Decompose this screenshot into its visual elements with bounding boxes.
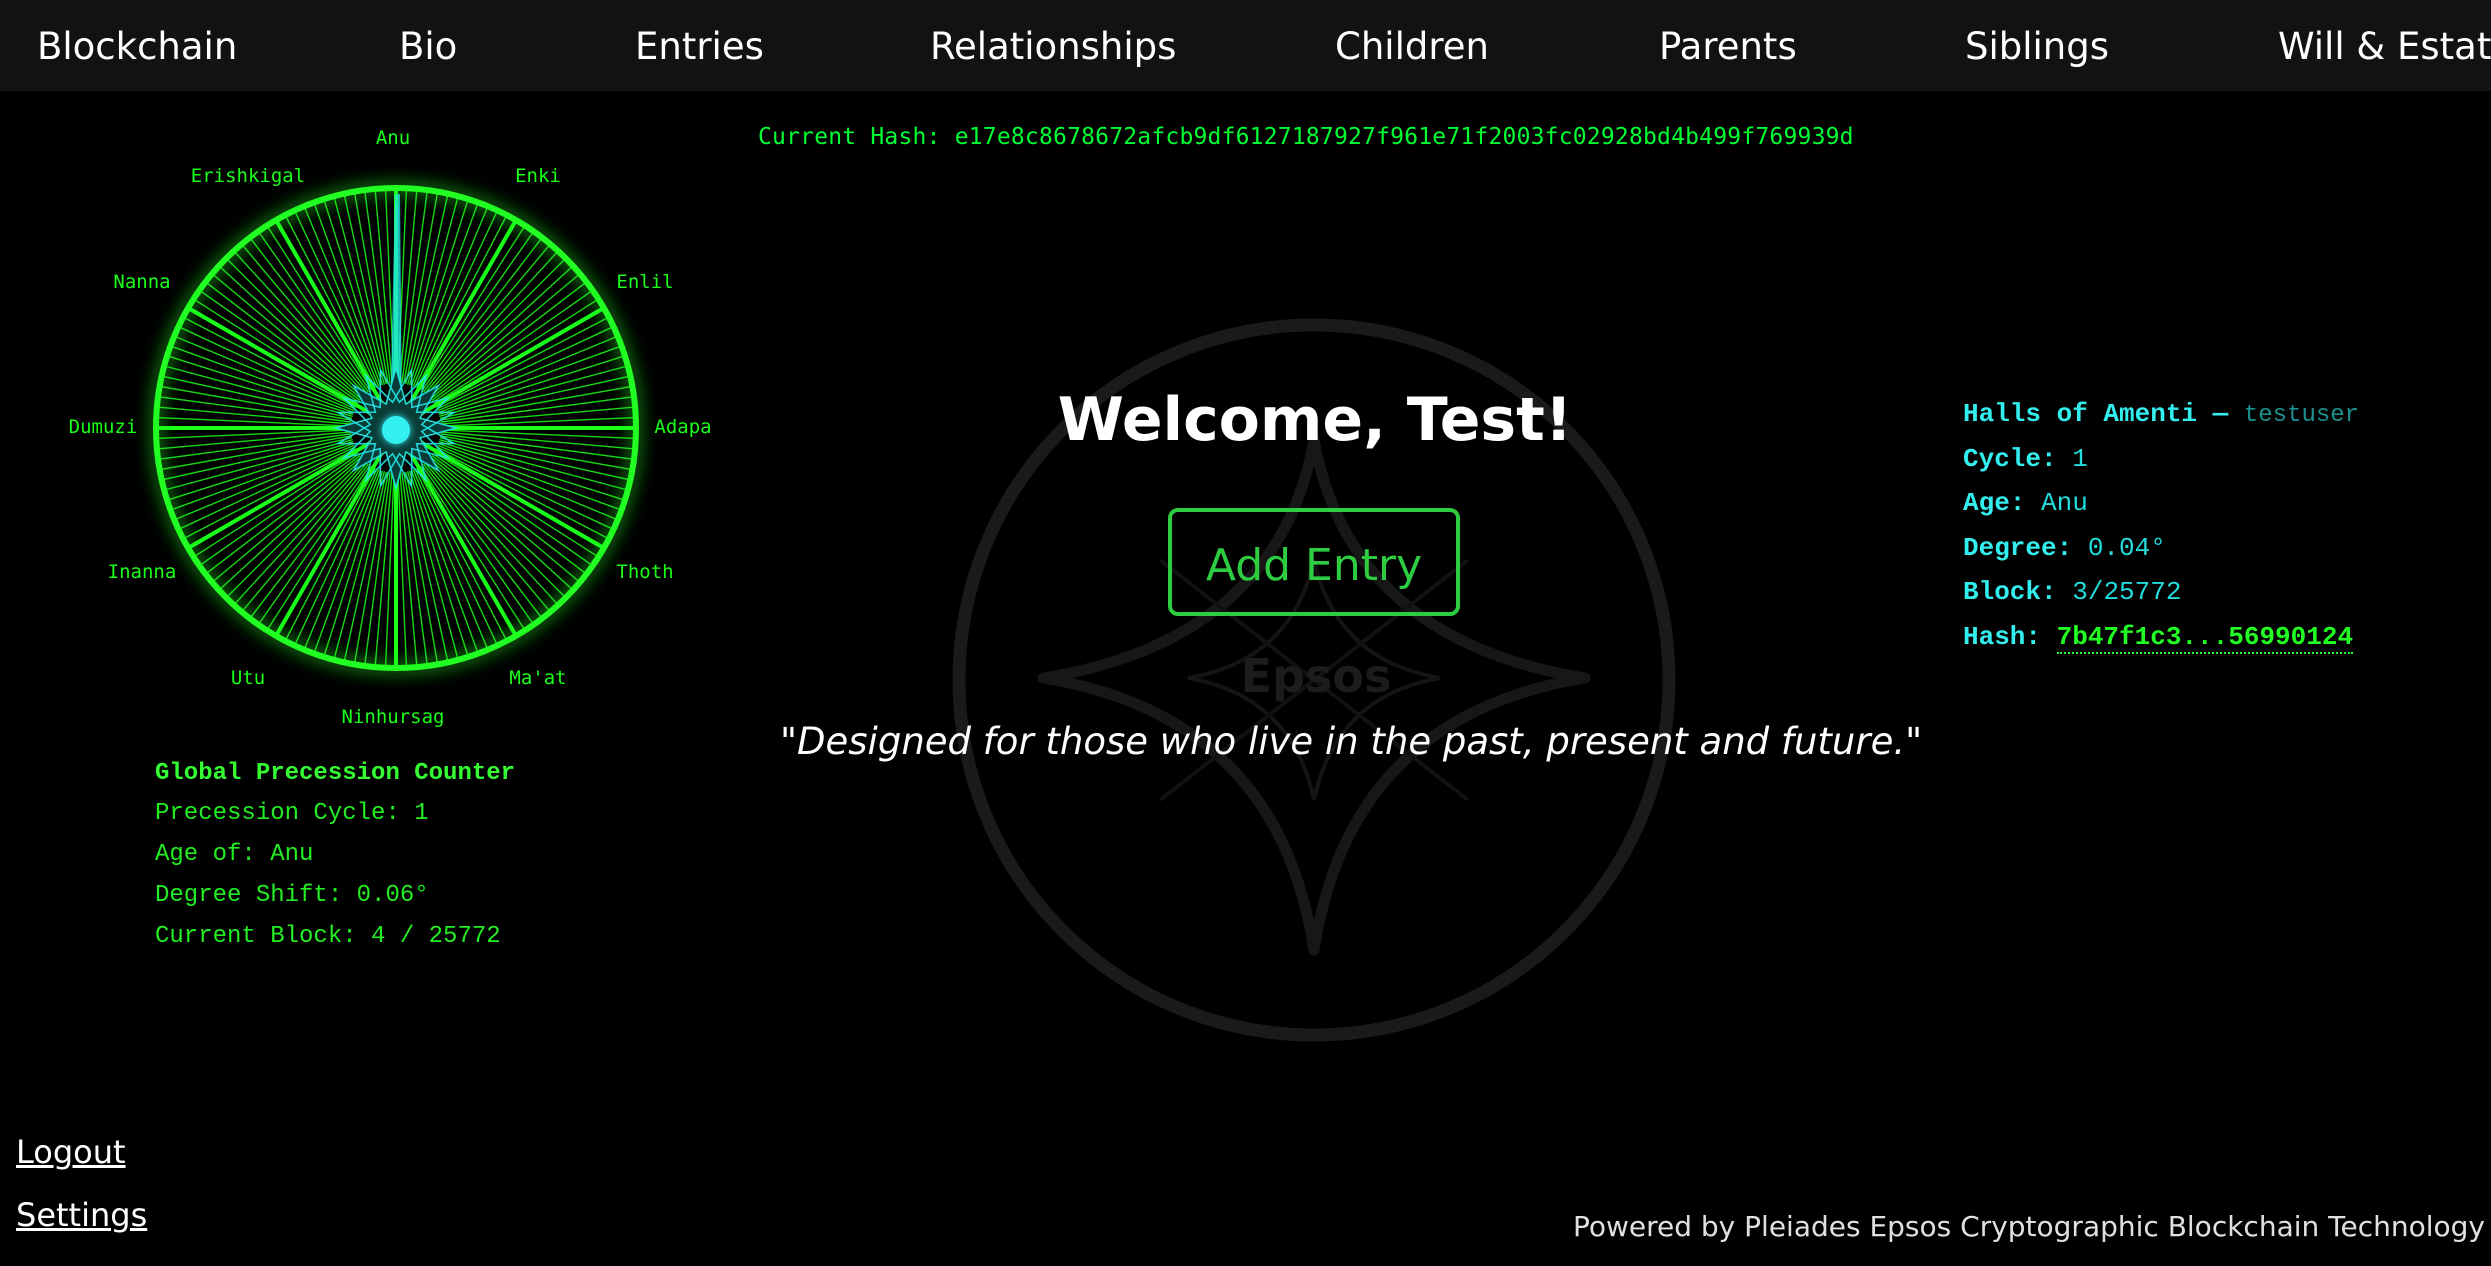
wheel-label-dumuzi: Dumuzi [69, 416, 138, 438]
halls-cycle-line: Cycle: 1 [1963, 437, 2359, 482]
wheel-label-inanna: Inanna [108, 561, 177, 583]
halls-degree-line: Degree: 0.04° [1963, 526, 2359, 571]
wheel-center-dot [382, 416, 410, 444]
add-entry-button[interactable]: Add Entry [1168, 508, 1460, 616]
nav-link-children[interactable]: Children [1335, 0, 1489, 91]
precession-counter: Global Precession Counter Precession Cyc… [155, 760, 515, 963]
wheel-label-anu: Anu [376, 127, 410, 149]
halls-title-line: Halls of Amenti — testuser [1963, 392, 2359, 437]
settings-link[interactable]: Settings [16, 1196, 147, 1234]
wheel-spoke [174, 335, 355, 412]
nav-link-relationships[interactable]: Relationships [930, 0, 1176, 91]
nav-link-bio[interactable]: Bio [399, 0, 457, 91]
precession-degree-shift: Degree Shift: 0.06° [155, 882, 429, 909]
halls-block-label: Block: [1963, 577, 2057, 607]
nav-link-parents[interactable]: Parents [1659, 0, 1797, 91]
wheel-label-erishkigal: Erishkigal [191, 165, 305, 187]
page: Blockchain Bio Entries Relationships Chi… [0, 0, 2491, 1266]
wheel-label-maat: Ma'at [509, 667, 566, 689]
wheel-label-adapa: Adapa [654, 416, 711, 438]
wheel-label-enki: Enki [515, 165, 561, 187]
wheel-spoke [437, 444, 618, 521]
halls-of-amenti-panel: Halls of Amenti — testuser Cycle: 1 Age:… [1963, 392, 2359, 659]
current-hash: Current Hash: e17e8c8678672afcb9df612718… [758, 124, 1854, 150]
wheel-spoke [303, 469, 380, 650]
precession-cycle: Precession Cycle: 1 [155, 800, 429, 827]
wheel-spoke [303, 206, 380, 387]
wheel-label-utu: Utu [231, 667, 265, 689]
wheel-spoke [412, 469, 489, 650]
halls-age-line: Age: Anu [1963, 481, 2359, 526]
tagline-quote: "Designed for those who live in the past… [780, 720, 1923, 763]
wheel-spoke [437, 335, 618, 412]
wheel-spoke [174, 444, 355, 521]
emblem-logo-text: Epsos [1241, 649, 1392, 703]
powered-by-footer: Powered by Pleiades Epsos Cryptographic … [1572, 1210, 2485, 1243]
halls-age-value: Anu [2041, 488, 2088, 518]
wheel-label-nanna: Nanna [113, 271, 170, 293]
halls-hash-label: Hash: [1963, 621, 2042, 652]
precession-age: Age of: Anu [155, 841, 314, 868]
halls-title: Halls of Amenti — [1963, 399, 2229, 429]
logout-link[interactable]: Logout [16, 1133, 126, 1171]
precession-current-block: Current Block: 4 / 25772 [155, 923, 501, 950]
halls-hash-link[interactable]: 7b47f1c3...56990124 [2056, 621, 2354, 654]
current-hash-value: e17e8c8678672afcb9df6127187927f961e71f20… [954, 124, 1854, 150]
halls-age-label: Age: [1963, 488, 2026, 518]
halls-cycle-label: Cycle: [1963, 443, 2057, 474]
precession-wheel: Anu Enki Enlil Adapa Thoth Ma'at Ninhurs… [69, 127, 712, 728]
nav-link-siblings[interactable]: Siblings [1965, 0, 2109, 91]
halls-block-line: Block: 3/25772 [1963, 570, 2359, 615]
halls-cycle-value: 1 [2072, 443, 2088, 474]
wheel-label-ninhursag: Ninhursag [342, 706, 445, 728]
wheel-spoke [412, 206, 489, 387]
halls-username: testuser [2243, 402, 2360, 429]
welcome-heading: Welcome, Test! [1057, 385, 1573, 455]
halls-degree-value: 0.04° [2087, 532, 2166, 563]
nav-link-entries[interactable]: Entries [635, 0, 764, 91]
nav-link-blockchain[interactable]: Blockchain [37, 0, 237, 91]
halls-hash-line: Hash: 7b47f1c3...56990124 [1963, 615, 2359, 660]
top-nav-bar: Blockchain Bio Entries Relationships Chi… [0, 0, 2491, 91]
precession-counter-title: Global Precession Counter [155, 760, 516, 787]
wheel-label-enlil: Enlil [616, 271, 673, 293]
wheel-label-thoth: Thoth [616, 561, 673, 583]
halls-degree-label: Degree: [1963, 532, 2073, 563]
halls-block-value: 3/25772 [2072, 577, 2182, 607]
nav-link-will-estate[interactable]: Will & Estate [2278, 0, 2491, 91]
